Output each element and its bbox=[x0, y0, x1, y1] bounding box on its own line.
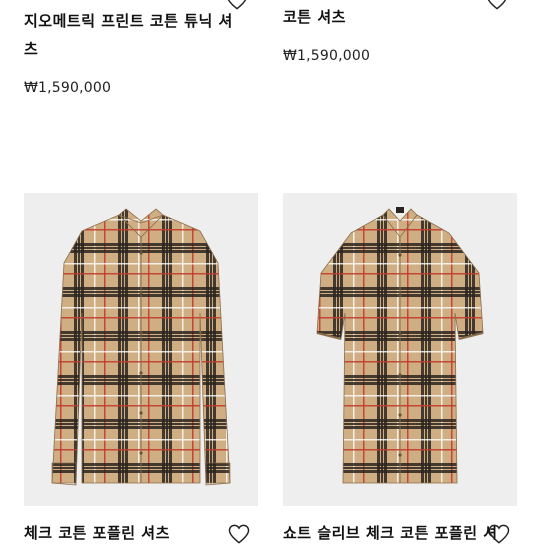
heart-outline-icon[interactable] bbox=[486, 0, 508, 10]
product-image[interactable] bbox=[283, 193, 517, 506]
short-sleeve-check-shirt-image bbox=[283, 193, 517, 506]
product-image[interactable] bbox=[24, 193, 258, 506]
product-title-line1[interactable]: 코튼 셔츠 bbox=[283, 6, 346, 28]
product-price: ₩1,590,000 bbox=[24, 80, 112, 96]
heart-outline-icon[interactable] bbox=[228, 524, 250, 544]
product-price: ₩1,590,000 bbox=[283, 48, 371, 64]
product-title-line2[interactable]: 츠 bbox=[24, 38, 38, 60]
heart-outline-icon[interactable] bbox=[226, 0, 248, 10]
product-title-line1[interactable]: 지오메트릭 프린트 코튼 튜닉 셔 bbox=[24, 10, 233, 32]
product-title[interactable]: 체크 코튼 포플린 셔츠 bbox=[24, 522, 170, 544]
heart-outline-icon[interactable] bbox=[488, 524, 510, 544]
product-title[interactable]: 쇼트 슬리브 체크 코튼 포플린 셔 bbox=[283, 522, 498, 544]
long-sleeve-check-shirt-image bbox=[24, 193, 258, 506]
